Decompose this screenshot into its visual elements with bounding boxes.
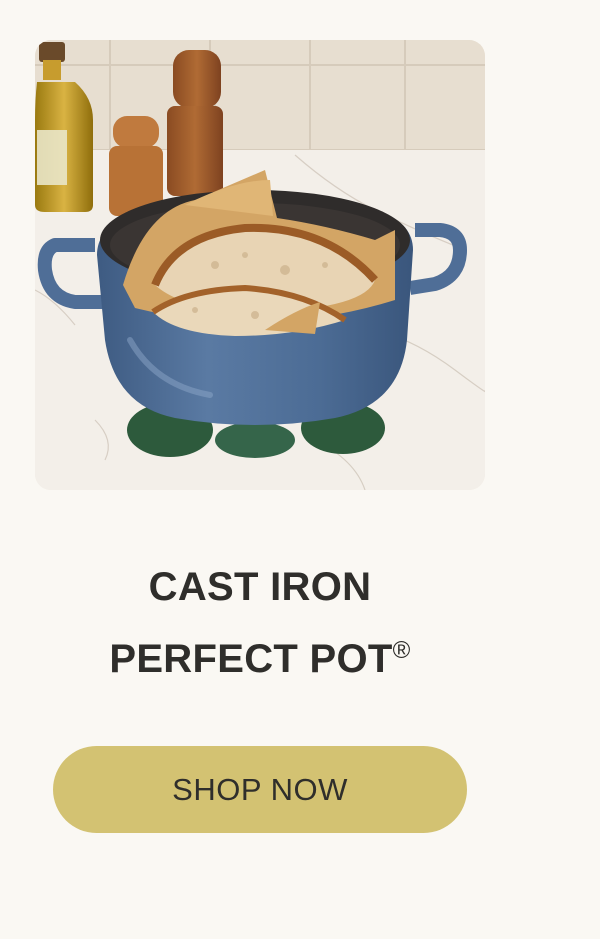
registered-mark: ®: [392, 637, 411, 664]
product-title-line-2-text: PERFECT POT: [109, 637, 393, 681]
product-photo-illustration: [35, 40, 485, 490]
product-title[interactable]: CAST IRON PERFECT POT®: [60, 555, 460, 691]
product-title-line-1: CAST IRON: [148, 565, 372, 609]
shop-now-button[interactable]: SHOP NOW: [53, 746, 467, 833]
product-image[interactable]: [35, 40, 485, 490]
product-title-line-2: PERFECT POT®: [60, 619, 460, 691]
